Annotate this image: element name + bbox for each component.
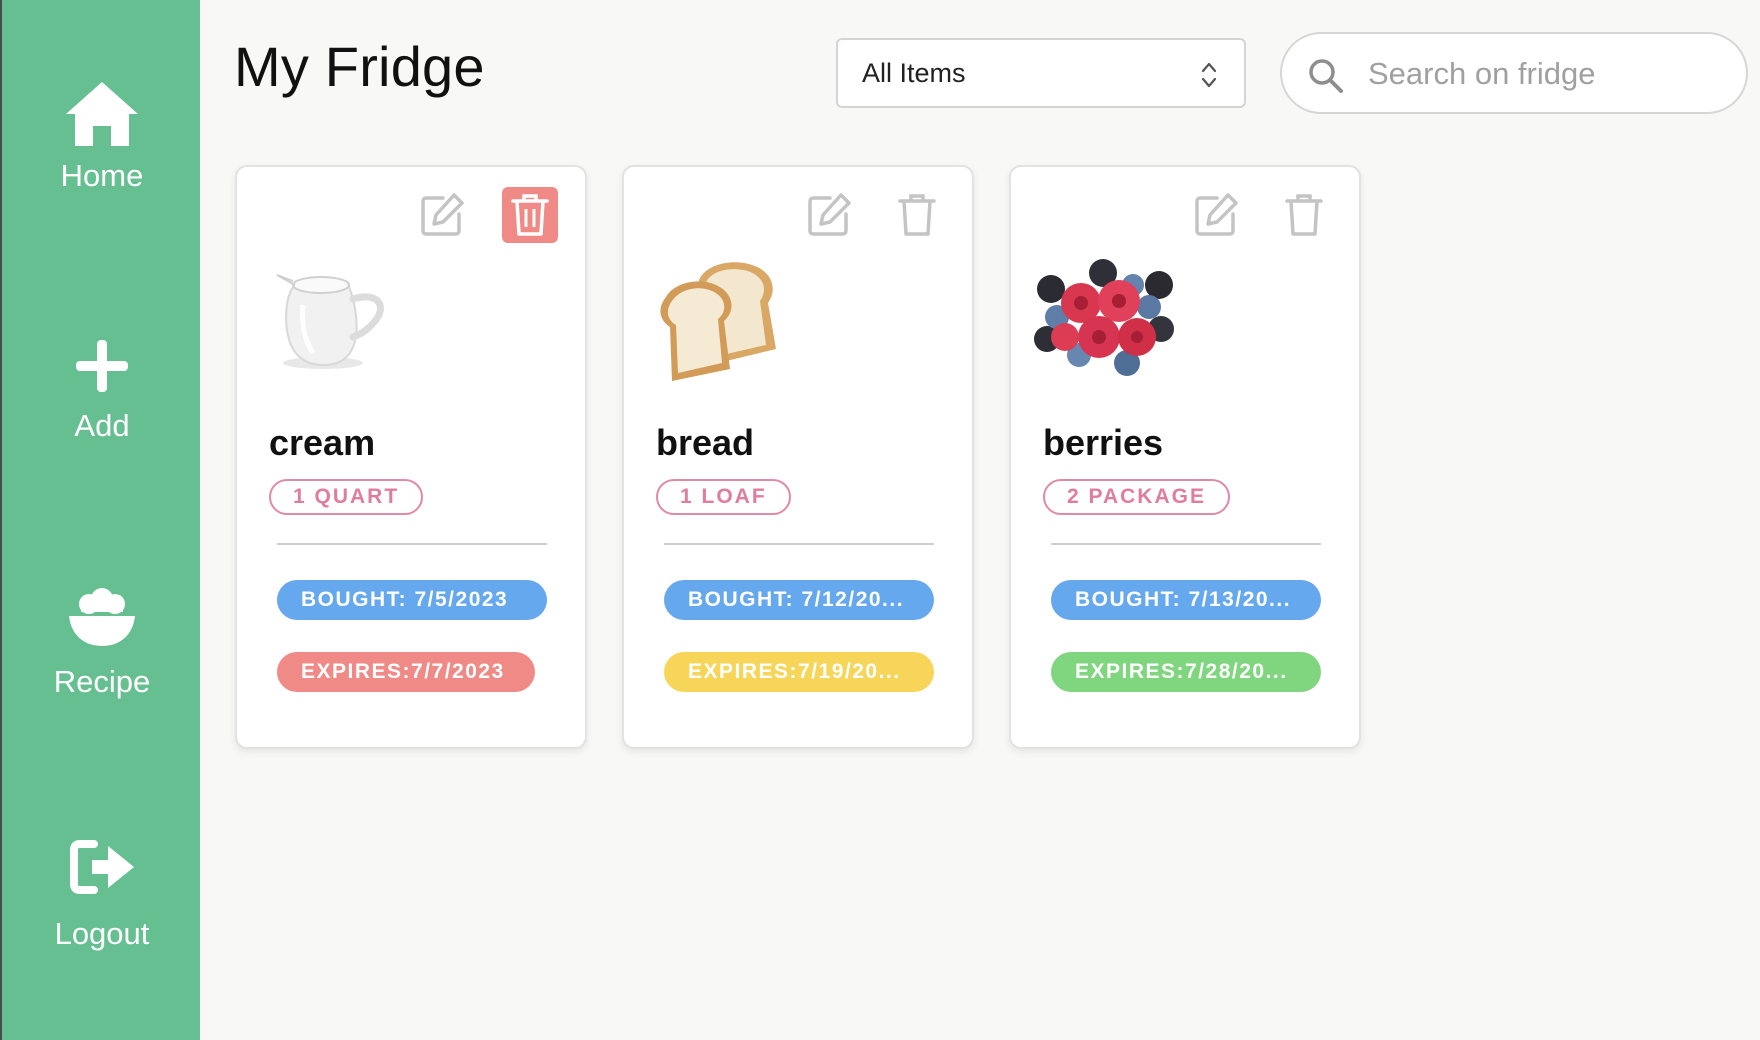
edit-button[interactable] (801, 187, 857, 243)
sidebar-item-label: Home (60, 158, 144, 193)
edit-icon (808, 193, 851, 236)
trash-icon (898, 194, 936, 236)
edit-button[interactable] (1188, 187, 1244, 243)
food-card: cream 1 QUART BOUGHT: 7/5/2023 EXPIRES:7… (235, 165, 587, 749)
cream-pitcher-image (276, 274, 384, 369)
search-box (1280, 32, 1748, 114)
bowl-icon (69, 588, 135, 646)
logout-icon (70, 840, 134, 894)
food-card: bread 1 LOAF BOUGHT: 7/12/20... EXPIRES:… (622, 165, 974, 749)
quantity-badge: 2 PACKAGE (1043, 479, 1230, 515)
trash-icon (1285, 194, 1323, 236)
sidebar-item-recipe[interactable]: Recipe (2, 588, 202, 700)
quantity-badge: 1 QUART (269, 479, 424, 515)
search-input[interactable] (1366, 50, 1730, 98)
delete-button[interactable] (502, 187, 558, 243)
bread-slices-image (660, 262, 776, 381)
sidebar-item-home[interactable]: Home (2, 80, 202, 194)
trash-icon (511, 194, 549, 236)
bought-date-badge: BOUGHT: 7/13/20... (1051, 580, 1321, 620)
sidebar-item-label: Add (74, 408, 130, 443)
chevron-up-down-icon (1201, 62, 1217, 88)
page-title: My Fridge (234, 35, 485, 98)
sidebar-item-label: Recipe (53, 664, 151, 699)
bought-date-badge: BOUGHT: 7/12/20... (664, 580, 934, 620)
expires-date-badge: EXPIRES:7/7/2023 (277, 652, 535, 692)
edit-icon (1195, 193, 1238, 236)
sidebar-item-add[interactable]: Add (2, 338, 202, 444)
sidebar: Home Add Recipe Logout (0, 0, 200, 1040)
edit-button[interactable] (414, 187, 470, 243)
sidebar-item-logout[interactable]: Logout (2, 838, 202, 952)
sidebar-item-label: Logout (54, 916, 150, 951)
delete-button[interactable] (889, 187, 945, 243)
filter-selected-value: All Items (862, 57, 966, 88)
expires-date-badge: EXPIRES:7/28/20... (1051, 652, 1321, 692)
divider (1051, 543, 1321, 545)
delete-button[interactable] (1276, 187, 1332, 243)
plus-icon (76, 340, 128, 392)
food-name: cream (269, 422, 376, 463)
divider (664, 543, 934, 545)
filter-select[interactable]: All Items (836, 38, 1246, 108)
home-icon (66, 82, 138, 146)
divider (277, 543, 547, 545)
expires-date-badge: EXPIRES:7/19/20... (664, 652, 934, 692)
berries-image (1034, 259, 1174, 376)
search-icon (1309, 59, 1343, 93)
bought-date-badge: BOUGHT: 7/5/2023 (277, 580, 547, 620)
food-name: berries (1043, 422, 1164, 463)
food-name: bread (656, 422, 755, 463)
edit-icon (421, 193, 464, 236)
food-card: berries 2 PACKAGE BOUGHT: 7/13/20... EXP… (1009, 165, 1361, 749)
quantity-badge: 1 LOAF (656, 479, 791, 515)
